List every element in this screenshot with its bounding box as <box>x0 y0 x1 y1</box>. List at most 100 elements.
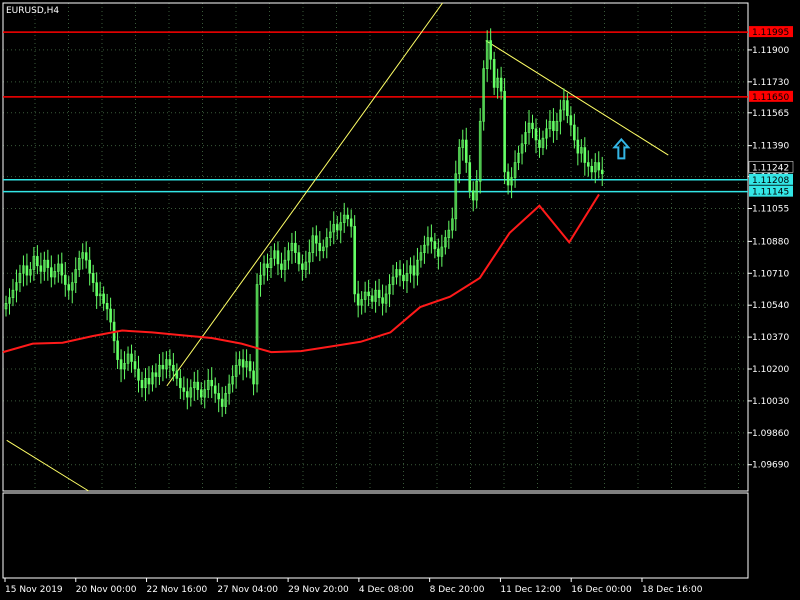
candle-body <box>161 364 165 370</box>
candle-body <box>552 120 555 131</box>
price-tick-label: 1.10880 <box>752 237 789 247</box>
candle-body <box>353 226 356 295</box>
candle-body <box>583 147 587 163</box>
time-tick-label: 16 Dec 00:00 <box>571 585 632 595</box>
candle-body <box>213 385 217 394</box>
price-tick-label: 1.11565 <box>752 109 789 119</box>
candle-body <box>60 263 64 276</box>
candle-body <box>63 274 67 285</box>
candle-body <box>172 364 175 372</box>
candle-body <box>566 100 569 116</box>
candle-body <box>335 224 339 231</box>
candle-body <box>370 295 374 302</box>
support-1-badge-label: 1.11208 <box>752 176 789 186</box>
candle-body <box>25 265 29 276</box>
candle-body <box>217 393 220 400</box>
candle-body <box>367 291 370 297</box>
candle-body <box>119 359 123 370</box>
candle-body <box>586 162 590 167</box>
candle-body <box>88 259 91 274</box>
candle-body <box>433 241 437 250</box>
last-price-label: 1.11242 <box>752 163 789 173</box>
candle-body <box>182 387 186 392</box>
candle-body <box>196 381 200 390</box>
candle-body <box>315 235 318 244</box>
candle-body <box>294 242 297 253</box>
candle-body <box>499 77 503 92</box>
candle-body <box>130 353 133 362</box>
candle-body <box>534 128 538 141</box>
candle-body <box>573 124 576 141</box>
candle-body <box>91 272 95 283</box>
candle-body <box>116 340 119 360</box>
candle-body <box>199 389 203 398</box>
time-tick-label: 27 Nov 04:00 <box>217 585 278 595</box>
candle-body <box>402 274 405 282</box>
price-tick-label: 1.10370 <box>752 333 789 343</box>
trading-chart[interactable]: 1.119001.117301.115651.113901.112251.110… <box>0 0 800 600</box>
time-tick-label: 20 Nov 00:00 <box>76 585 137 595</box>
price-tick-label: 1.10710 <box>752 269 789 279</box>
candle-body <box>468 162 472 191</box>
candle-body <box>398 269 402 276</box>
candle-body <box>377 289 381 298</box>
candle-body <box>276 250 280 265</box>
candle-body <box>147 378 151 385</box>
candle-body <box>252 370 255 385</box>
candle-body <box>133 361 137 370</box>
candle-body <box>600 169 604 175</box>
candle-body <box>437 248 440 257</box>
candle-body <box>36 256 39 267</box>
price-tick-label: 1.11055 <box>752 205 789 215</box>
candle-body <box>349 218 353 227</box>
candle-body <box>186 391 189 398</box>
price-tick-label: 1.10540 <box>752 301 789 311</box>
candle-body <box>109 308 112 323</box>
resistance-1-badge-label: 1.11995 <box>752 28 789 38</box>
candle-body <box>597 162 601 171</box>
candle-body <box>39 265 43 272</box>
time-tick-label: 8 Dec 20:00 <box>430 585 485 595</box>
candle-body <box>241 359 245 368</box>
price-tick-label: 1.11730 <box>752 78 789 88</box>
time-tick-label: 22 Nov 16:00 <box>147 585 208 595</box>
candle-body <box>590 165 594 173</box>
resistance-2-badge-label: 1.11650 <box>752 93 789 103</box>
candle-body <box>471 190 475 201</box>
price-tick-label: 1.10200 <box>752 365 789 375</box>
candle-body <box>154 372 158 377</box>
candle-body <box>381 297 384 304</box>
candle-body <box>280 263 283 270</box>
price-tick-label: 1.11390 <box>752 142 789 152</box>
candle-body <box>503 90 506 173</box>
price-tick-label: 1.09860 <box>752 429 789 439</box>
candle-body <box>569 115 573 126</box>
support-2-badge-label: 1.11145 <box>752 188 789 198</box>
time-tick-label: 4 Dec 08:00 <box>359 585 414 595</box>
candle-body <box>301 263 304 270</box>
candle-body <box>175 370 179 379</box>
candle-body <box>506 171 510 186</box>
candle-body <box>168 359 172 366</box>
chart-background <box>0 0 800 600</box>
candle-body <box>50 267 53 278</box>
candle-body <box>179 378 182 389</box>
candle-body <box>531 122 534 130</box>
price-tick-label: 1.10030 <box>752 397 789 407</box>
candle-body <box>46 259 50 268</box>
candle-body <box>220 398 224 407</box>
candle-body <box>464 139 468 163</box>
candle-body <box>576 139 580 154</box>
time-tick-label: 29 Nov 20:00 <box>288 585 349 595</box>
candle-body <box>538 139 541 148</box>
candle-body <box>248 361 252 372</box>
candle-body <box>210 379 214 387</box>
candle-body <box>102 293 105 304</box>
time-tick-label: 11 Dec 12:00 <box>500 585 561 595</box>
candle-body <box>95 282 98 297</box>
candle-body <box>318 242 322 252</box>
candle-body <box>492 59 496 88</box>
price-tick-label: 1.09690 <box>752 461 789 471</box>
candle-body <box>84 252 88 261</box>
candle-body <box>140 379 144 389</box>
